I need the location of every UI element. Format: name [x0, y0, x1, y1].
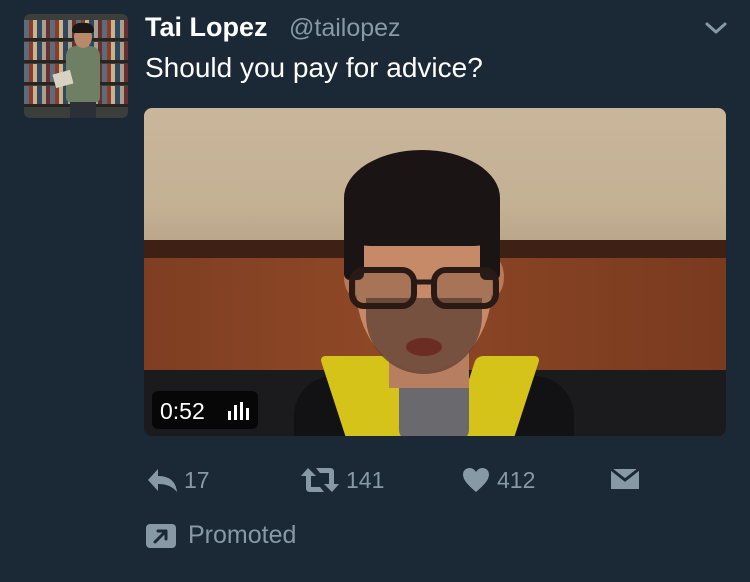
volume-bars-icon[interactable]: [227, 402, 253, 420]
video-duration-badge: 0:52: [152, 391, 258, 429]
tweet-text: Should you pay for advice?: [145, 52, 483, 83]
reply-button[interactable]: 17: [146, 464, 216, 496]
video-player[interactable]: [144, 108, 726, 436]
envelope-icon: [610, 467, 640, 489]
video-duration: 0:52: [160, 398, 205, 424]
retweet-count: 141: [346, 467, 385, 493]
message-button[interactable]: [610, 464, 642, 496]
tweet-card[interactable]: Tai Lopez @tailopez Should you pay for a…: [0, 0, 750, 582]
video-person-hair: [344, 150, 500, 246]
reply-count: 17: [184, 467, 210, 493]
heart-icon: [463, 468, 489, 492]
like-count: 412: [497, 467, 536, 493]
chevron-down-icon[interactable]: [703, 18, 729, 38]
promoted-arrow-icon: [146, 524, 176, 548]
user-avatar[interactable]: [24, 14, 128, 118]
promoted-label: Promoted: [188, 521, 297, 549]
author-name[interactable]: Tai Lopez: [145, 12, 268, 43]
avatar-person-hair: [72, 23, 94, 33]
video-person-mouth: [406, 338, 442, 356]
retweet-icon: [301, 468, 339, 492]
author-handle[interactable]: @tailopez: [289, 14, 401, 43]
avatar-person-legs: [70, 100, 96, 118]
like-button[interactable]: 412: [462, 464, 542, 496]
reply-icon: [148, 469, 177, 492]
retweet-button[interactable]: 141: [300, 464, 390, 496]
video-person-glasses: [349, 267, 499, 309]
